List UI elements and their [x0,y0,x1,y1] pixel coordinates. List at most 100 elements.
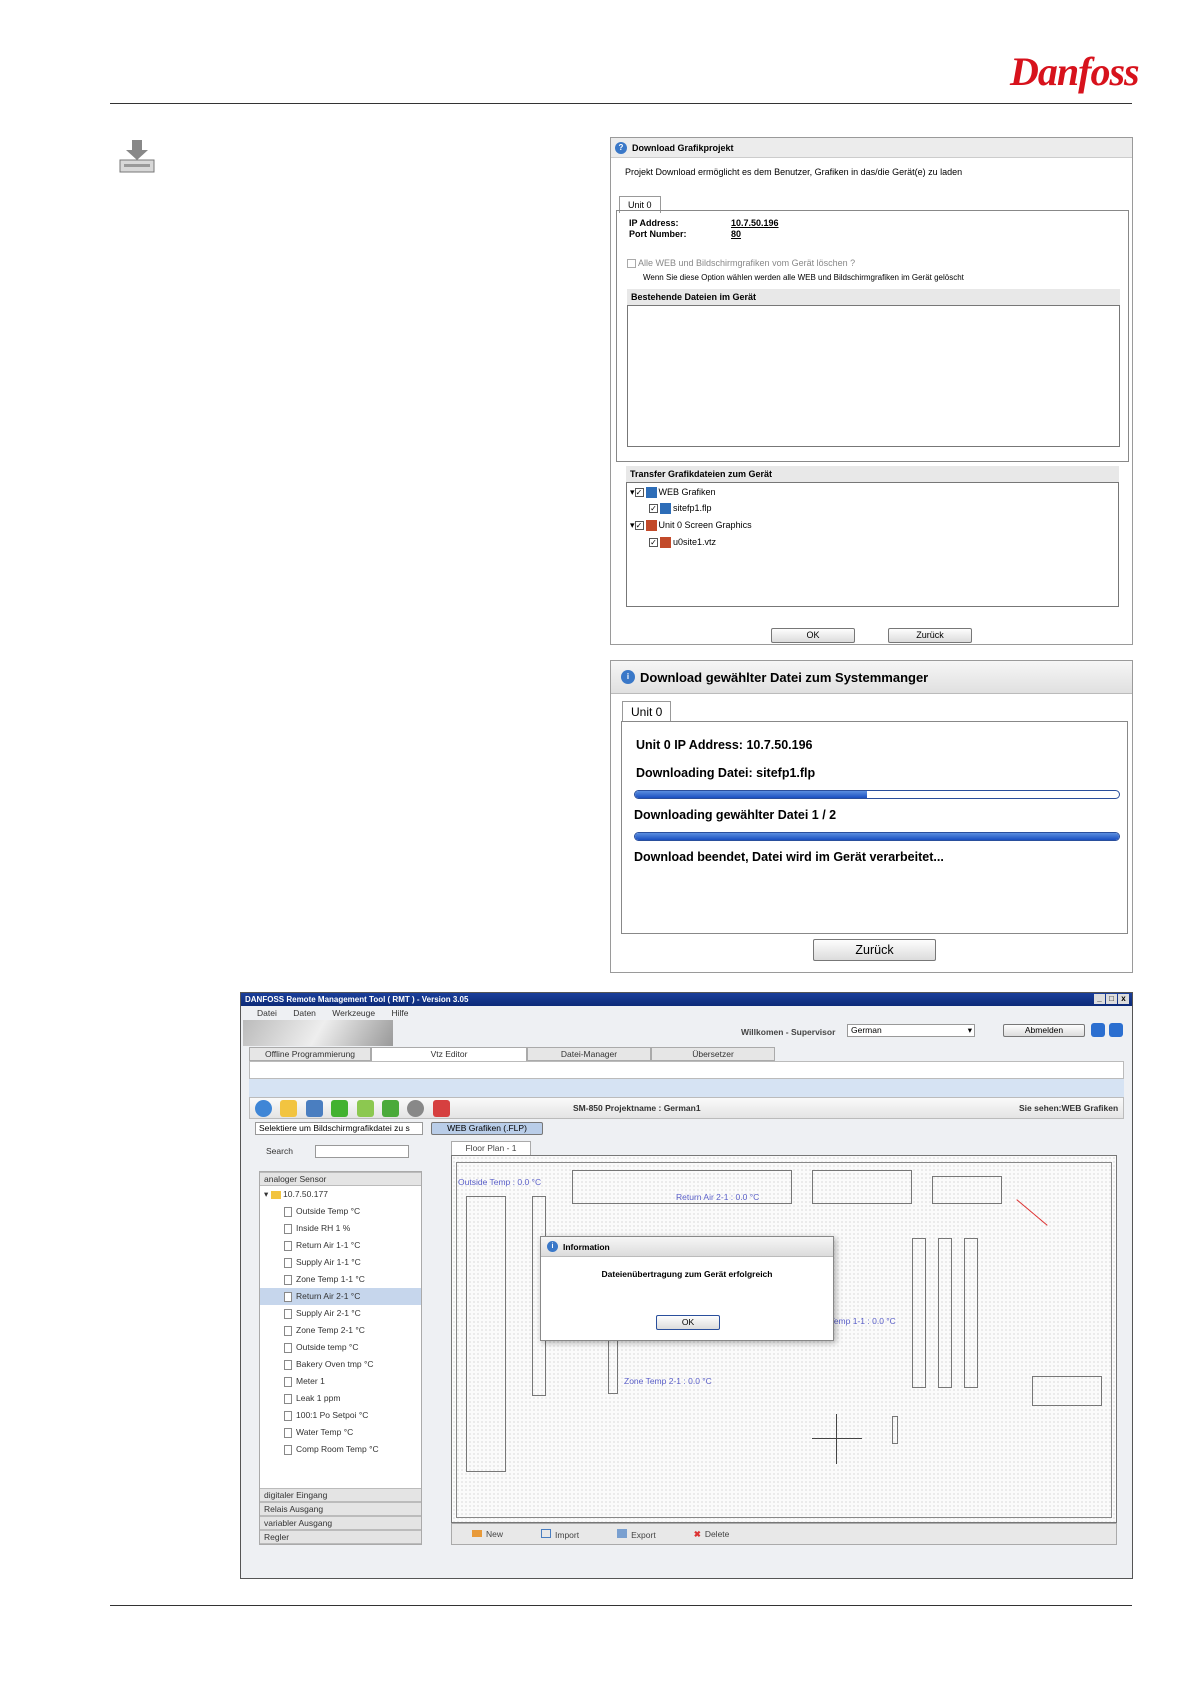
checkbox[interactable]: ✓ [634,488,644,498]
import-icon [541,1528,552,1538]
tree-node-flp[interactable]: ✓ sitefp1.flp [649,503,712,515]
document-icon [284,1411,292,1421]
web-graphics-icon [645,487,657,499]
minimize-button[interactable]: _ [1094,994,1105,1004]
category-digital-input[interactable]: digitaler Eingang [260,1488,421,1502]
delete-option-label: Alle WEB und Bildschirmgrafiken vom Gerä… [638,258,856,268]
tab-unit-0[interactable]: Unit 0 [622,701,672,722]
info-titlebar: i Information [541,1237,833,1257]
graphics-file-select[interactable]: Selektiere um Bildschirmgrafikdatei zu s [255,1122,423,1135]
project-name: SM-850 Projektname : German1 [573,1103,701,1113]
sensor-item[interactable]: Leak 1 ppm [260,1390,421,1407]
sensor-label: Zone Temp 2-1 °C [296,1325,365,1335]
open-folder-icon[interactable] [280,1100,298,1117]
tree-root[interactable]: ▾ 10.7.50.177 [260,1186,421,1203]
checkbox[interactable]: ✓ [649,504,658,514]
folder-icon [270,1190,281,1199]
checkbox[interactable]: ✓ [649,538,658,548]
view-indicator: Sie sehen:WEB Grafiken [1019,1103,1119,1113]
sensor-item[interactable]: Bakery Oven tmp °C [260,1356,421,1373]
delete-checkbox[interactable] [627,259,636,269]
delete-note: Wenn Sie diese Option wählen werden alle… [643,273,964,282]
rmt-window: DANFOSS Remote Management Tool ( RMT ) -… [240,992,1133,1579]
document-icon [284,1326,292,1336]
new-action[interactable]: New [472,1529,503,1539]
search-input[interactable] [315,1145,409,1158]
import-action[interactable]: Import [541,1528,579,1540]
globe-icon[interactable] [407,1100,425,1117]
sensor-item[interactable]: Water Temp °C [260,1424,421,1441]
sensor-item[interactable]: 100:1 Po Setpoi °C [260,1407,421,1424]
file-progress-fill [635,791,868,798]
download-icon[interactable] [381,1100,399,1117]
close-icon[interactable] [432,1100,450,1117]
download-project-dialog: ? Download Grafikprojekt Projekt Downloa… [610,137,1133,645]
delete-action[interactable]: ✖ Delete [694,1529,730,1540]
transfer-header: Transfer Grafikdateien zum Gerät [626,466,1119,482]
ip-value: 10.7.50.196 [731,218,779,228]
back-button[interactable]: Zurück [813,939,936,961]
tree-node-vtz[interactable]: ✓ u0site1.vtz [649,537,716,549]
category-relay-output[interactable]: Relais Ausgang [260,1502,421,1516]
upload-icon[interactable] [356,1100,374,1117]
category-variable-output[interactable]: variabler Ausgang [260,1516,421,1530]
tab-offline-programming[interactable]: Offline Programmierung [249,1047,371,1061]
info-icon: i [621,670,635,684]
plan-label-zone-temp-2[interactable]: Zone Temp 2-1 : 0.0 °C [624,1376,712,1386]
sensor-item[interactable]: Meter 1 [260,1373,421,1390]
sensor-item[interactable]: Supply Air 1-1 °C [260,1254,421,1271]
sensor-item[interactable]: Supply Air 2-1 °C [260,1305,421,1322]
tab-floor-plan[interactable]: Floor Plan - 1 [451,1141,531,1155]
header-banner-image [243,1020,393,1046]
sensor-item[interactable]: Outside Temp °C [260,1203,421,1220]
tree-node-web[interactable]: ▾✓ WEB Grafiken [630,487,716,499]
checkbox[interactable]: ✓ [634,521,644,531]
welcome-text: Willkomen - Supervisor [741,1027,836,1037]
menu-werkzeuge[interactable]: Werkzeuge [332,1008,375,1018]
sensor-item[interactable]: Return Air 2-1 °C [260,1288,421,1305]
menu-hilfe[interactable]: Hilfe [392,1008,409,1018]
sensor-item[interactable]: Return Air 1-1 °C [260,1237,421,1254]
tab-file-manager[interactable]: Datei-Manager [527,1047,651,1061]
plan-label-return-air[interactable]: Return Air 2-1 : 0.0 °C [676,1192,759,1202]
web-graphics-button[interactable]: WEB Grafiken (.FLP) [431,1122,543,1135]
tab-vtz-editor[interactable]: Vtz Editor [371,1047,527,1061]
language-select[interactable]: German ▾ [847,1024,975,1037]
sensor-label: Return Air 1-1 °C [296,1240,361,1250]
sensor-item[interactable]: Inside RH 1 % [260,1220,421,1237]
export-action[interactable]: Export [617,1528,656,1540]
save-icon[interactable] [305,1100,323,1117]
maximize-button[interactable]: □ [1106,994,1117,1004]
back-button[interactable]: Zurück [888,628,972,643]
plan-label-outside-temp[interactable]: Outside Temp : 0.0 °C [458,1177,541,1187]
sensor-item[interactable]: Zone Temp 2-1 °C [260,1322,421,1339]
add-icon[interactable] [331,1100,349,1117]
count-line: Downloading gewählter Datei 1 / 2 [634,808,837,822]
tab-translator[interactable]: Übersetzer [651,1047,775,1061]
sensor-label: Outside Temp °C [296,1206,361,1216]
tree-node-screen[interactable]: ▾✓ Unit 0 Screen Graphics [630,520,752,532]
category-analog-sensor[interactable]: analoger Sensor [260,1172,421,1186]
info-ok-button[interactable]: OK [656,1315,720,1330]
new-icon[interactable] [255,1100,272,1117]
document-icon [284,1309,292,1319]
sensor-item[interactable]: Zone Temp 1-1 °C [260,1271,421,1288]
category-list: digitaler Eingang Relais Ausgang variabl… [260,1488,421,1544]
delete-action-label: Delete [704,1528,730,1539]
menu-datei[interactable]: Datei [257,1008,277,1018]
sensor-item[interactable]: Outside temp °C [260,1339,421,1356]
help-icon[interactable] [1109,1023,1123,1037]
sensor-label: Return Air 2-1 °C [296,1291,361,1301]
document-icon [284,1207,292,1217]
logout-button[interactable]: Abmelden [1003,1024,1085,1037]
sensor-item[interactable]: Comp Room Temp °C [260,1441,421,1458]
delete-option[interactable]: Alle WEB und Bildschirmgrafiken vom Gerä… [627,258,856,269]
shelf-segment [912,1238,926,1388]
user-icon[interactable] [1091,1023,1105,1037]
flp-file-icon [660,503,671,515]
menu-daten[interactable]: Daten [293,1008,316,1018]
document-icon [284,1292,292,1302]
ok-button[interactable]: OK [771,628,855,643]
category-controller[interactable]: Regler [260,1530,421,1544]
close-window-button[interactable]: x [1118,994,1129,1004]
